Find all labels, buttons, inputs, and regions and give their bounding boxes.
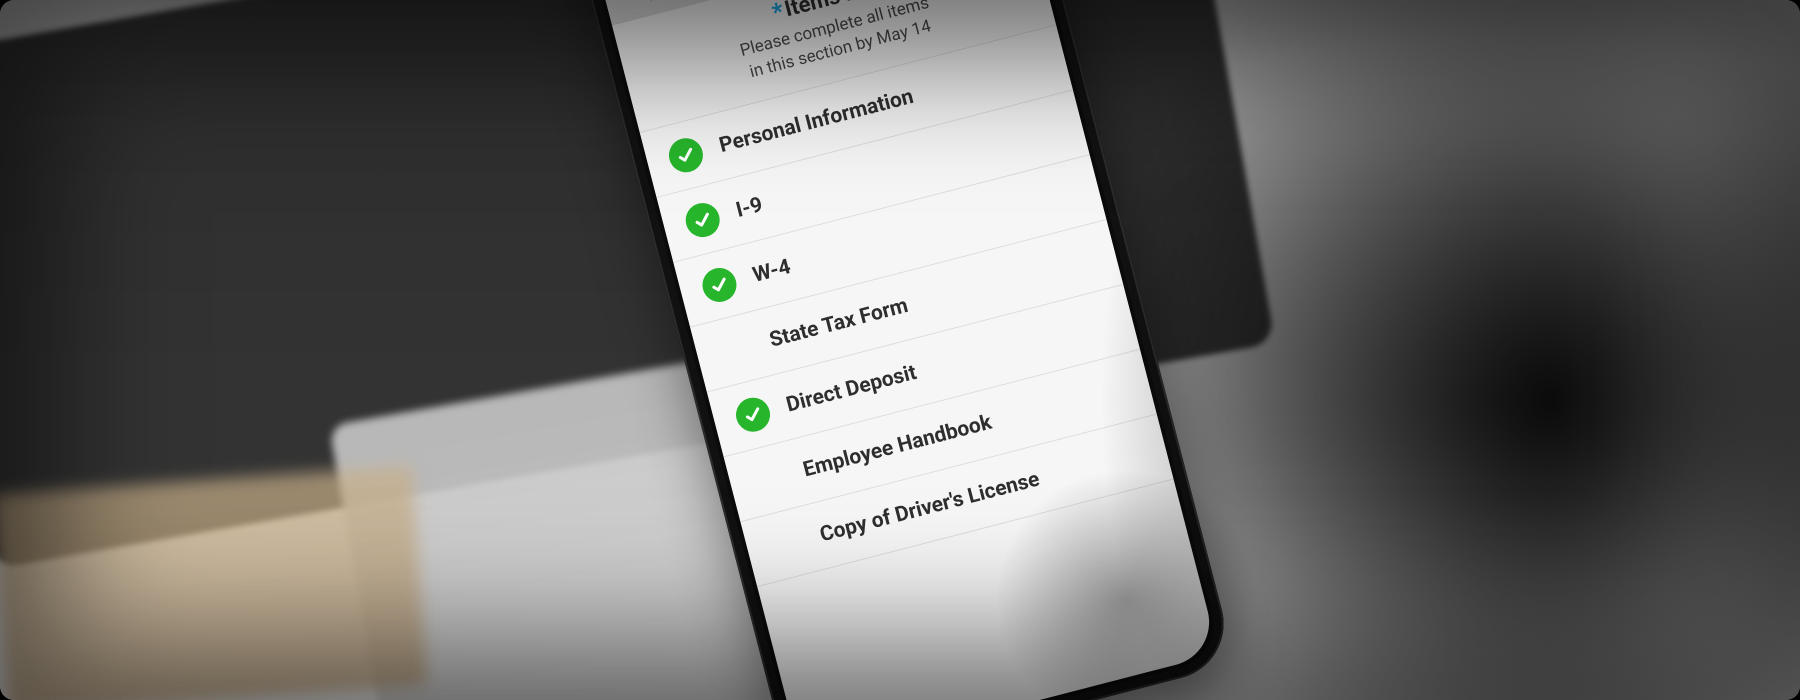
desk-surface [0, 466, 427, 700]
checklist-item-label: Direct Deposit [784, 361, 919, 418]
checklist-item-label: W-4 [750, 255, 793, 288]
check-empty-icon [749, 459, 790, 500]
app-logo-icon [614, 0, 677, 10]
scene-photo: 10:30 [0, 0, 1800, 700]
check-done-icon [682, 199, 723, 240]
checklist-item-label: I-9 [734, 193, 766, 223]
check-done-icon [732, 394, 773, 435]
check-empty-icon [716, 329, 757, 370]
check-done-icon [699, 264, 740, 305]
checklist-item-label: State Tax Form [767, 294, 911, 353]
check-empty-icon [766, 524, 807, 565]
check-done-icon [665, 134, 706, 175]
